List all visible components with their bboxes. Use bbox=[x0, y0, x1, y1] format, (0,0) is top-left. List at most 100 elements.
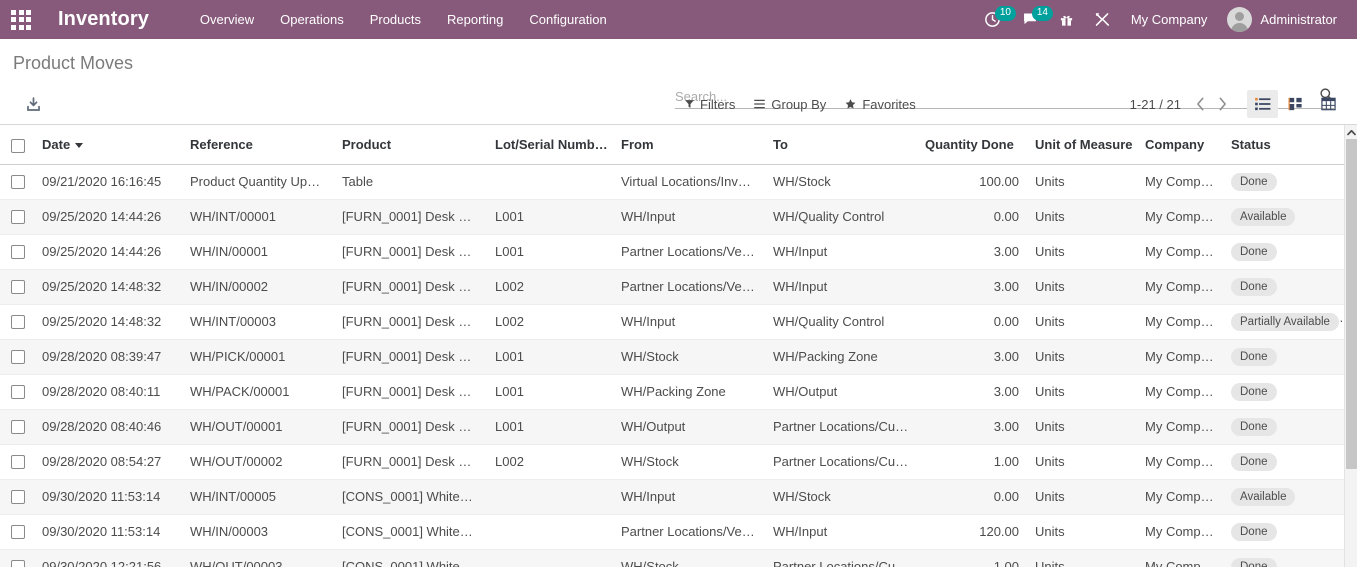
table-row[interactable]: 09/25/2020 14:48:32 WH/IN/00002 [FURN_0001… bbox=[0, 269, 1345, 305]
view-button-list[interactable] bbox=[1247, 90, 1278, 118]
menu-item-products[interactable]: Products bbox=[357, 0, 434, 39]
cell-from: WH/Packing Zone bbox=[613, 374, 765, 410]
row-checkbox[interactable] bbox=[11, 245, 25, 260]
app-brand-title[interactable]: Inventory bbox=[58, 8, 149, 31]
menu-item-configuration[interactable]: Configuration bbox=[516, 0, 619, 39]
menu-item-operations[interactable]: Operations bbox=[267, 0, 357, 39]
table-row[interactable]: 09/28/2020 08:40:46 WH/OUT/00001 [FURN_000… bbox=[0, 409, 1345, 445]
apps-menu-button[interactable] bbox=[0, 0, 42, 39]
company-switcher[interactable]: My Company bbox=[1121, 12, 1218, 27]
cell-company: My Company bbox=[1137, 549, 1223, 567]
status-badge: Available bbox=[1231, 487, 1296, 506]
row-checkbox[interactable] bbox=[11, 280, 25, 295]
scrollbar-thumb[interactable] bbox=[1346, 139, 1357, 469]
cell-unit-of-measure: Units bbox=[1027, 304, 1137, 340]
cell-from: WH/Stock bbox=[613, 444, 765, 480]
groupby-dropdown-button[interactable]: Group By bbox=[744, 93, 835, 116]
table-row[interactable]: 09/30/2020 12:21:56 WH/OUT/00003 [CONS_000… bbox=[0, 549, 1345, 567]
cell-product: [FURN_0001] Desk Org… bbox=[334, 304, 487, 340]
pager-range-label[interactable]: 1-21 / 21 bbox=[1130, 97, 1189, 112]
row-select-cell bbox=[0, 269, 34, 305]
cell-product: [FURN_0001] Desk Org… bbox=[334, 234, 487, 270]
cell-unit-of-measure: Units bbox=[1027, 444, 1137, 480]
status-badge: Done bbox=[1231, 522, 1277, 541]
gift-menu-button[interactable] bbox=[1049, 0, 1084, 39]
row-checkbox[interactable] bbox=[11, 315, 25, 330]
cell-company: My Company bbox=[1137, 479, 1223, 515]
cell-to: Partner Locations/Cust… bbox=[765, 444, 917, 480]
column-header-lot-serial-number[interactable]: Lot/Serial Numb… bbox=[487, 125, 613, 165]
menu-item-overview[interactable]: Overview bbox=[187, 0, 267, 39]
table-row[interactable]: 09/28/2020 08:40:11 WH/PACK/00001 [FURN_00… bbox=[0, 374, 1345, 410]
cell-unit-of-measure: Units bbox=[1027, 339, 1137, 375]
pager-previous-button[interactable] bbox=[1189, 91, 1211, 117]
row-select-cell bbox=[0, 514, 34, 550]
menu-item-reporting[interactable]: Reporting bbox=[434, 0, 516, 39]
row-checkbox[interactable] bbox=[11, 490, 25, 505]
view-button-pivot[interactable] bbox=[1313, 90, 1344, 118]
row-checkbox[interactable] bbox=[11, 560, 25, 567]
filters-dropdown-button[interactable]: Filters bbox=[675, 93, 744, 116]
cell-reference: WH/OUT/00003 bbox=[182, 549, 334, 567]
column-header-from[interactable]: From bbox=[613, 125, 765, 165]
user-menu-button[interactable]: Administrator bbox=[1217, 0, 1345, 39]
chevron-right-icon bbox=[1219, 97, 1226, 111]
row-checkbox[interactable] bbox=[11, 420, 25, 435]
developer-tools-button[interactable] bbox=[1084, 0, 1121, 39]
cell-unit-of-measure: Units bbox=[1027, 374, 1137, 410]
column-header-quantity-done[interactable]: Quantity Done bbox=[917, 125, 1027, 165]
cell-product: [CONS_0001] Whiteboa… bbox=[334, 479, 487, 515]
column-header-unit-of-measure[interactable]: Unit of Measure bbox=[1027, 125, 1137, 165]
table-row[interactable]: 09/25/2020 14:44:26 WH/INT/00001 [FURN_000… bbox=[0, 199, 1345, 235]
row-checkbox[interactable] bbox=[11, 175, 25, 190]
table-row[interactable]: 09/21/2020 16:16:45 Product Quantity Upda… bbox=[0, 164, 1345, 200]
messages-menu-button[interactable]: 14 bbox=[1011, 0, 1053, 39]
cell-to: WH/Output bbox=[765, 374, 917, 410]
column-header-product[interactable]: Product bbox=[334, 125, 487, 165]
export-button[interactable] bbox=[20, 91, 46, 117]
status-badge: Partially Available bbox=[1231, 312, 1339, 331]
list-view-icon bbox=[1254, 97, 1270, 111]
apps-grid-icon bbox=[11, 9, 31, 30]
table-row[interactable]: 09/25/2020 14:44:26 WH/IN/00001 [FURN_0001… bbox=[0, 234, 1345, 270]
cell-from: WH/Output bbox=[613, 409, 765, 445]
row-select-cell bbox=[0, 549, 34, 567]
table-row[interactable]: 09/28/2020 08:54:27 WH/OUT/00002 [FURN_000… bbox=[0, 444, 1345, 480]
column-header-company[interactable]: Company bbox=[1137, 125, 1223, 165]
cell-product: [FURN_0001] Desk Org… bbox=[334, 269, 487, 305]
cell-status: Done bbox=[1223, 444, 1345, 480]
status-badge: Done bbox=[1231, 452, 1277, 471]
select-all-checkbox[interactable] bbox=[11, 138, 25, 153]
row-checkbox[interactable] bbox=[11, 455, 25, 470]
vertical-scrollbar[interactable] bbox=[1344, 125, 1357, 567]
cell-product: [FURN_0001] Desk Org… bbox=[334, 339, 487, 375]
row-checkbox[interactable] bbox=[11, 210, 25, 225]
cell-date: 09/25/2020 14:48:32 bbox=[34, 304, 182, 340]
table-row[interactable]: 09/30/2020 11:53:14 WH/INT/00005 [CONS_000… bbox=[0, 479, 1345, 515]
table-row[interactable]: 09/30/2020 11:53:14 WH/IN/00003 [CONS_0001… bbox=[0, 514, 1345, 550]
column-header-status[interactable]: Status bbox=[1223, 125, 1345, 165]
pager-next-button[interactable] bbox=[1211, 91, 1233, 117]
table-row[interactable]: 09/25/2020 14:48:32 WH/INT/00003 [FURN_000… bbox=[0, 304, 1345, 340]
row-checkbox[interactable] bbox=[11, 350, 25, 365]
cell-status: Done bbox=[1223, 514, 1345, 550]
row-checkbox[interactable] bbox=[11, 385, 25, 400]
column-header-to[interactable]: To bbox=[765, 125, 917, 165]
row-checkbox[interactable] bbox=[11, 525, 25, 540]
column-header-date[interactable]: Date bbox=[34, 125, 182, 165]
cell-quantity-done: 100.00 bbox=[917, 164, 1027, 200]
breadcrumb[interactable]: Product Moves bbox=[13, 51, 133, 75]
favorites-dropdown-button[interactable]: Favorites bbox=[835, 93, 924, 116]
star-icon bbox=[845, 99, 856, 109]
cell-unit-of-measure: Units bbox=[1027, 514, 1137, 550]
view-button-kanban[interactable] bbox=[1280, 90, 1311, 118]
cell-to: WH/Input bbox=[765, 234, 917, 270]
cell-company: My Company bbox=[1137, 304, 1223, 340]
cell-quantity-done: 3.00 bbox=[917, 409, 1027, 445]
column-header-reference[interactable]: Reference bbox=[182, 125, 334, 165]
scroll-up-button[interactable] bbox=[1345, 125, 1357, 139]
top-navbar: Inventory Overview Operations Products R… bbox=[0, 0, 1357, 39]
table-row[interactable]: 09/28/2020 08:39:47 WH/PICK/00001 [FURN_00… bbox=[0, 339, 1345, 375]
activity-menu-button[interactable]: 10 bbox=[974, 0, 1016, 39]
cell-product: [FURN_0001] Desk Org… bbox=[334, 199, 487, 235]
